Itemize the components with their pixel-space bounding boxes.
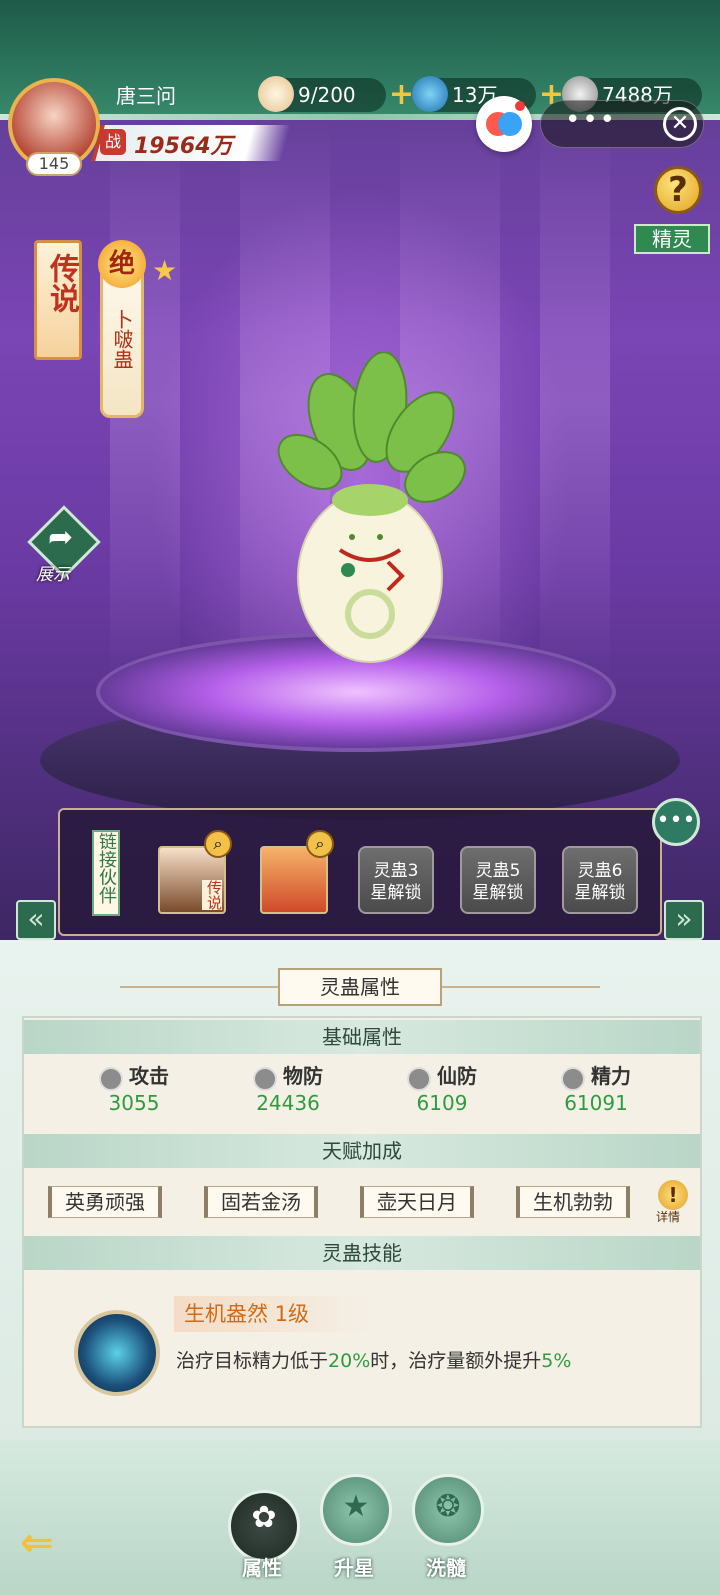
close-icon[interactable]: ✕ <box>663 107 697 141</box>
stamina-counter: 9/200 + <box>258 76 414 112</box>
help-button[interactable]: ? <box>654 166 702 214</box>
exclamation-icon: ! <box>668 1183 678 1207</box>
skill-desc-value: 20% <box>328 1350 371 1372</box>
player-name: 唐三问 <box>116 84 176 108</box>
talent-item[interactable]: 壶天日月 <box>360 1186 474 1218</box>
magnifier-icon[interactable]: ⌕ <box>204 830 232 858</box>
talent-detail-button[interactable]: ! <box>658 1180 688 1210</box>
talent-item[interactable]: 英勇顽强 <box>48 1186 162 1218</box>
locked-slot-line1: 灵蛊6 <box>577 861 623 881</box>
tab-star-up[interactable]: ★ <box>320 1474 392 1546</box>
skill-description: 治疗目标精力低于20%时，治疗量额外提升5% <box>176 1346 571 1373</box>
locked-slot-3[interactable]: 灵蛊3 星解锁 <box>358 846 434 914</box>
attr-value: 24436 <box>256 1090 320 1115</box>
larva-icon: ✿ <box>251 1500 277 1535</box>
tab-refine-label: 洗髓 <box>426 1556 466 1580</box>
base-attr-header: 基础属性 <box>24 1020 700 1054</box>
partner-rarity-badge: 传说 <box>202 880 223 910</box>
attr-immortal-defense: 仙防 6109 <box>392 1060 492 1115</box>
grade-text: 绝 <box>108 249 135 279</box>
share-label: 展示 <box>36 565 70 585</box>
light-ray <box>540 120 610 680</box>
stamina-value: 9/200 <box>298 83 356 107</box>
locked-slot-line2: 星解锁 <box>472 883 524 903</box>
add-stamina-button[interactable]: + <box>389 80 414 110</box>
share-arrow-icon: ➦ <box>48 520 74 555</box>
game-controller-icon <box>486 101 525 136</box>
next-pet-button[interactable]: » <box>664 900 704 940</box>
chevron-right-icon: » <box>675 902 693 935</box>
attr-attack: 攻击 3055 <box>84 1060 184 1115</box>
mini-game-icon[interactable] <box>476 96 532 152</box>
talent-header: 天赋加成 <box>24 1134 700 1168</box>
armor-icon <box>407 1066 431 1091</box>
talent-item[interactable]: 生机勃勃 <box>516 1186 630 1218</box>
tab-attributes-label: 属性 <box>242 1556 282 1580</box>
attr-vitality: 精力 61091 <box>546 1060 646 1115</box>
skill-name: 生机盎然 1级 <box>174 1296 374 1332</box>
prev-pet-button[interactable]: « <box>16 900 56 940</box>
skill-desc-part: 时，治疗量额外提升 <box>370 1350 542 1372</box>
detail-label: 详情 <box>656 1210 681 1224</box>
attr-name: 精力 <box>591 1064 631 1088</box>
attr-value: 6109 <box>416 1090 468 1115</box>
pet-model[interactable] <box>270 352 470 672</box>
locked-slot-5[interactable]: 灵蛊5 星解锁 <box>460 846 536 914</box>
attr-name: 仙防 <box>437 1064 477 1088</box>
swirl-coin-icon <box>412 76 448 112</box>
locked-slot-line2: 星解锁 <box>370 883 422 903</box>
talent-item[interactable]: 固若金汤 <box>204 1186 318 1218</box>
locked-slot-line2: 星解锁 <box>574 883 626 903</box>
locked-slot-line1: 灵蛊5 <box>475 861 521 881</box>
chat-button[interactable]: ••• <box>652 798 700 846</box>
sword-icon <box>99 1066 123 1091</box>
attr-value: 61091 <box>564 1090 628 1115</box>
spirit-button-label: 精灵 <box>652 227 692 251</box>
combat-power: 19564万 <box>134 134 233 159</box>
power-label: 战 <box>100 129 126 155</box>
attr-physical-defense: 物防 24436 <box>238 1060 338 1115</box>
help-icon: ? <box>668 170 688 210</box>
rarity-text: 传说 <box>44 253 79 313</box>
back-arrow-icon[interactable]: ⇐ <box>20 1520 80 1566</box>
shield-icon <box>253 1066 277 1091</box>
locked-slot-line1: 灵蛊3 <box>373 861 419 881</box>
skill-desc-part: 治疗目标精力低于 <box>176 1350 329 1372</box>
attr-name: 攻击 <box>129 1064 169 1088</box>
swirl-icon: ❂ <box>435 1489 461 1524</box>
link-partners-label-text: 链接伙伴 <box>96 832 117 904</box>
bun-icon <box>258 76 294 112</box>
player-level: 145 <box>26 152 82 176</box>
butterfly-skill-icon[interactable] <box>74 1310 160 1396</box>
more-options-icon[interactable]: ••• <box>565 105 617 135</box>
grade-badge: 绝 <box>98 240 146 288</box>
skill-header: 灵蛊技能 <box>24 1236 700 1270</box>
spirit-button[interactable]: 精灵 <box>634 224 710 254</box>
magnifier-icon[interactable]: ⌕ <box>306 830 334 858</box>
tab-refine[interactable]: ❂ <box>412 1474 484 1546</box>
chat-bubble-icon: ••• <box>656 808 696 833</box>
rarity-badge: 传说 <box>34 240 82 360</box>
attr-value: 3055 <box>108 1090 160 1115</box>
chevron-left-icon: « <box>27 902 45 935</box>
star-icon: ★ <box>152 254 178 287</box>
attr-name: 物防 <box>283 1064 323 1088</box>
heart-icon <box>561 1066 585 1091</box>
locked-slot-6[interactable]: 灵蛊6 星解锁 <box>562 846 638 914</box>
skill-desc-value: 5% <box>541 1350 572 1372</box>
stars-icon: ★ <box>342 1489 370 1524</box>
panel-title: 灵蛊属性 <box>278 968 442 1006</box>
capsule-menu: ••• ✕ <box>540 100 704 148</box>
link-partners-label: 链接伙伴 <box>92 830 120 916</box>
pet-name: 卜啵蛊 <box>110 309 134 369</box>
tab-star-up-label: 升星 <box>334 1556 374 1580</box>
